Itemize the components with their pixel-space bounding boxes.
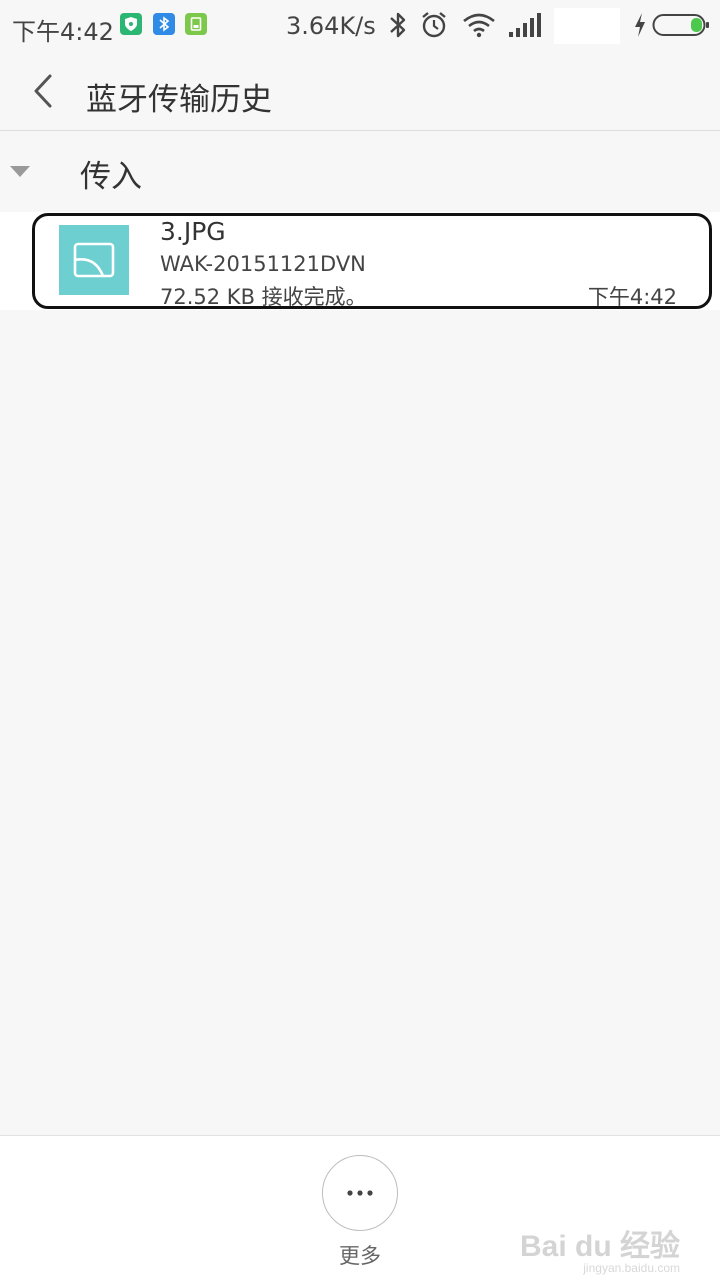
back-button[interactable] xyxy=(24,70,64,112)
bluetooth-icon xyxy=(388,10,408,46)
status-time: 下午4:42 xyxy=(12,18,114,46)
section-incoming[interactable]: 传入 xyxy=(0,131,720,211)
more-dots-icon xyxy=(347,1190,373,1196)
shield-icon xyxy=(120,13,142,35)
header: 蓝牙传输历史 xyxy=(0,52,720,131)
network-speed: 3.64K/s xyxy=(286,12,376,40)
status-bar: 下午4:42 3.64K/s xyxy=(0,0,720,52)
sd-card-icon xyxy=(185,13,207,35)
back-arrow-icon xyxy=(34,74,52,108)
highlight-outline xyxy=(32,213,712,309)
bluetooth-notification-icon xyxy=(153,13,175,35)
battery-icon xyxy=(652,12,710,44)
redacted-area xyxy=(554,8,620,44)
collapse-triangle-icon xyxy=(10,166,30,177)
bottom-bar: 更多 Bai du 经验 jingyan.baidu.com xyxy=(0,1135,720,1281)
alarm-icon xyxy=(420,10,448,46)
signal-icon xyxy=(508,10,542,46)
transfer-item[interactable]: 3.JPG WAK-20151121DVN 72.52 KB 接收完成。 下午4… xyxy=(0,212,720,310)
watermark: Bai du 经验 xyxy=(519,1230,680,1263)
wifi-icon xyxy=(462,10,496,46)
more-button[interactable] xyxy=(322,1155,398,1231)
page-title: 蓝牙传输历史 xyxy=(86,82,272,118)
watermark-url: jingyan.baidu.com xyxy=(583,1261,680,1275)
charging-icon xyxy=(632,10,648,46)
section-label: 传入 xyxy=(80,159,142,195)
